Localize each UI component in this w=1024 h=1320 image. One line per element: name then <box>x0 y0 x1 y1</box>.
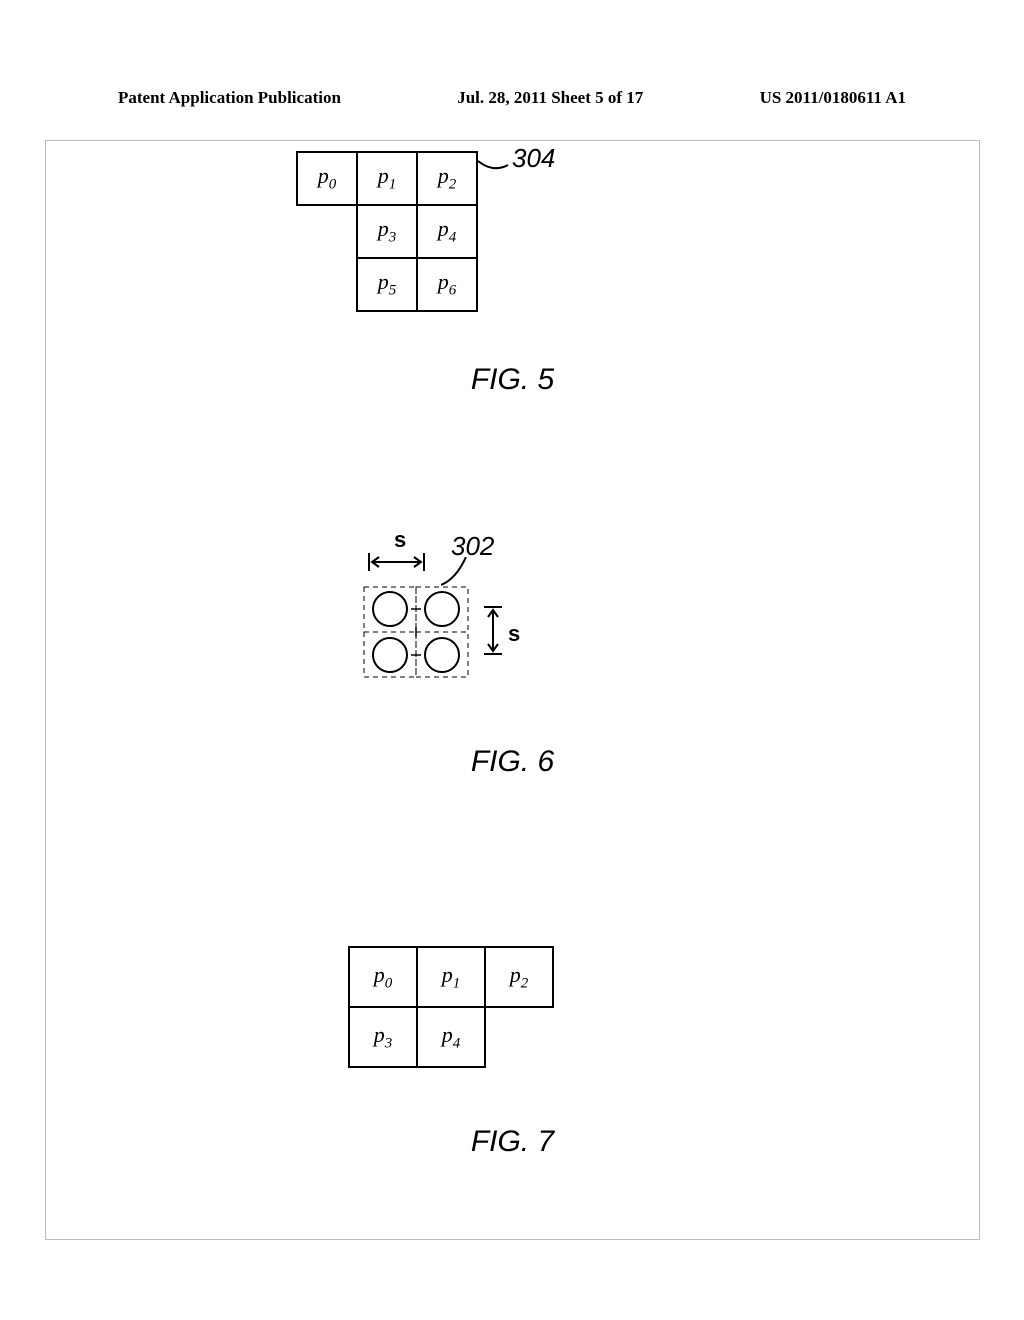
fig7-cell-p4: p4 <box>416 1006 486 1068</box>
fig5-callout: 304 <box>512 143 555 174</box>
fig7-cell-p3: p3 <box>348 1006 418 1068</box>
fig7-cell-p0: p0 <box>348 946 418 1008</box>
fig5-cell-p3: p3 <box>356 204 418 259</box>
fig6-dot-grid-icon <box>356 579 486 689</box>
fig5-cell-p0: p0 <box>296 151 358 206</box>
fig7-cell-p2: p2 <box>484 946 554 1008</box>
figure-6: s 302 <box>356 529 556 709</box>
fig6-label: FIG. 6 <box>46 745 979 779</box>
header-middle: Jul. 28, 2011 Sheet 5 of 17 <box>457 88 643 108</box>
fig5-cell-p1: p1 <box>356 151 418 206</box>
fig6-s-top-arrow-icon <box>364 553 429 571</box>
header-left: Patent Application Publication <box>118 88 341 108</box>
fig5-label: FIG. 5 <box>46 363 979 397</box>
fig7-cell-p1: p1 <box>416 946 486 1008</box>
header-right: US 2011/0180611 A1 <box>760 88 906 108</box>
fig5-cell-p4: p4 <box>416 204 478 259</box>
figure-sheet: p0 p1 p2 p3 p4 p5 p6 304 FIG. 5 s <box>45 140 980 1240</box>
fig6-s-right-label: s <box>508 621 520 647</box>
fig5-cell-p5: p5 <box>356 257 418 312</box>
page-header: Patent Application Publication Jul. 28, … <box>0 88 1024 108</box>
fig5-cell-p2: p2 <box>416 151 478 206</box>
fig5-cell-p6: p6 <box>416 257 478 312</box>
fig7-label: FIG. 7 <box>46 1125 979 1159</box>
fig6-s-top-label: s <box>394 527 406 553</box>
